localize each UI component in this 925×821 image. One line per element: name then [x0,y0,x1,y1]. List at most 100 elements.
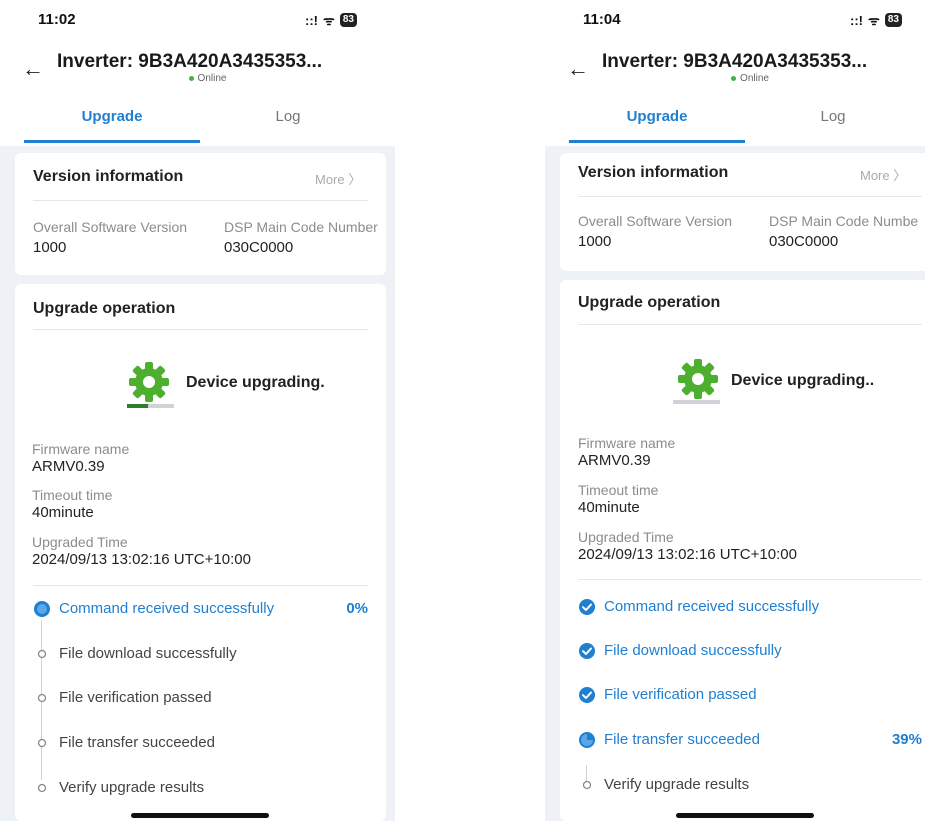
upgraded-time-value: 2024/09/13 13:02:16 UTC+10:00 [32,551,251,568]
home-indicator [676,813,814,818]
upgrade-status-text: Device upgrading. [186,374,325,391]
step-file-transfer: File transfer succeeded [33,731,368,757]
divider [578,579,922,580]
more-link[interactable]: More 〉 [315,169,361,188]
step-verify-results: Verify upgrade results [33,776,368,802]
step-label: File download successfully [604,642,782,659]
timeout-time-label: Timeout time [578,482,659,498]
battery-icon: 83 [884,13,902,27]
tab-active-indicator [569,140,745,143]
firmware-name-value: ARMV0.39 [578,452,651,469]
upgrade-progress-bar [127,404,174,408]
wifi-icon: ᯤ [323,13,335,28]
check-circle-icon [579,599,595,615]
upgrade-card-title: Upgrade operation [33,300,176,317]
status-time: 11:04 [583,11,621,28]
firmware-name-label: Firmware name [578,435,676,451]
pending-circle-icon [37,783,47,793]
tab-log[interactable]: Log [200,108,376,125]
check-circle-icon [579,643,595,659]
signal-icon: ::! [850,12,863,28]
check-circle-icon [579,687,595,703]
overall-software-version-label: Overall Software Version [33,219,188,235]
upgrade-progress-bar [673,400,720,404]
online-label: Online [740,73,769,84]
dsp-main-code-value: 030C0000 [769,233,839,250]
upgrade-operation-card: Upgrade operation Device upgrading.. Fir… [560,280,925,821]
firmware-name-label: Firmware name [32,441,130,457]
step-command-received: Command received successfully 0% [33,597,368,623]
upgraded-time-value: 2024/09/13 13:02:16 UTC+10:00 [578,546,797,563]
step-file-download: File download successfully [578,639,922,665]
step-percent: 39% [891,731,922,748]
version-info-card: Version information More 〉 Overall Softw… [560,153,925,271]
gear-icon [129,362,169,402]
chevron-right-icon: 〉 [893,168,907,183]
chevron-right-icon: 〉 [348,172,362,187]
overall-software-version-value: 1000 [578,233,612,250]
tab-upgrade[interactable]: Upgrade [569,108,745,125]
progress-active-icon [579,732,595,748]
tab-log[interactable]: Log [745,108,921,125]
upgraded-time-label: Upgraded Time [32,534,128,550]
version-card-title: Version information [33,168,184,185]
online-dot-icon [731,75,737,81]
timeout-time-label: Timeout time [32,487,113,503]
online-label: Online [197,73,227,84]
wifi-icon: ᯤ [868,13,880,28]
step-label: File verification passed [604,686,757,703]
phone-screen-left: 11:02 ::! ᯤ 83 ← Inverter: 9B3A420A34353… [0,0,395,821]
home-indicator [131,813,269,818]
step-label: Command received successfully [59,600,275,617]
page-title: Inverter: 9B3A420A3435353... [602,51,868,72]
status-icons: ::! ᯤ 83 [305,11,357,29]
phone-screen-right: 11:04 ::! ᯤ 83 ← Inverter: 9B3A420A34353… [545,0,925,821]
status-bar: 11:02 ::! ᯤ 83 [0,0,395,40]
pending-circle-icon [37,693,47,703]
app-header: ← Inverter: 9B3A420A3435353... Online [0,48,395,88]
step-command-received: Command received successfully [578,595,922,621]
step-label: File download successfully [59,645,237,662]
step-file-verification: File verification passed [33,686,368,712]
status-time: 11:02 [38,11,76,28]
tab-active-indicator [24,140,200,143]
pending-circle-icon [37,649,47,659]
signal-icon: ::! [305,12,318,28]
battery-icon: 83 [339,13,357,27]
step-file-download: File download successfully [33,642,368,668]
version-card-title: Version information [578,164,729,181]
step-label: File verification passed [59,689,212,706]
step-label: Verify upgrade results [59,779,205,796]
divider [578,196,922,197]
step-file-verification: File verification passed [578,683,922,709]
step-file-transfer: File transfer succeeded 39% [578,728,922,754]
online-dot-icon [188,75,194,81]
tab-bar: Upgrade Log [0,96,395,144]
gear-icon [678,359,718,399]
step-verify-results: Verify upgrade results [578,773,922,799]
divider [33,585,368,586]
timeout-time-value: 40minute [32,504,94,521]
upgrade-card-title: Upgrade operation [578,294,721,311]
pending-circle-icon [582,780,592,790]
status-icons: ::! ᯤ 83 [850,11,902,29]
upgrade-operation-card: Upgrade operation Device upgrading. Firm… [15,284,386,821]
overall-software-version-value: 1000 [33,239,67,256]
dsp-main-code-label: DSP Main Code Number [224,219,378,235]
step-label: File transfer succeeded [604,731,760,748]
online-status: Online [545,73,925,84]
firmware-name-value: ARMV0.39 [32,458,105,475]
dsp-main-code-value: 030C0000 [224,239,294,256]
step-label: Command received successfully [604,598,820,615]
tab-upgrade[interactable]: Upgrade [24,108,200,125]
overall-software-version-label: Overall Software Version [578,213,733,229]
upgrade-progress-fill [127,404,149,408]
step-label: Verify upgrade results [604,776,750,793]
upgrade-status-text: Device upgrading.. [731,372,875,389]
more-link[interactable]: More 〉 [860,165,906,184]
pending-circle-icon [37,738,47,748]
step-label: File transfer succeeded [59,734,215,751]
progress-active-icon [34,601,50,617]
step-percent: 0% [346,600,368,617]
tab-bar: Upgrade Log [545,96,925,144]
